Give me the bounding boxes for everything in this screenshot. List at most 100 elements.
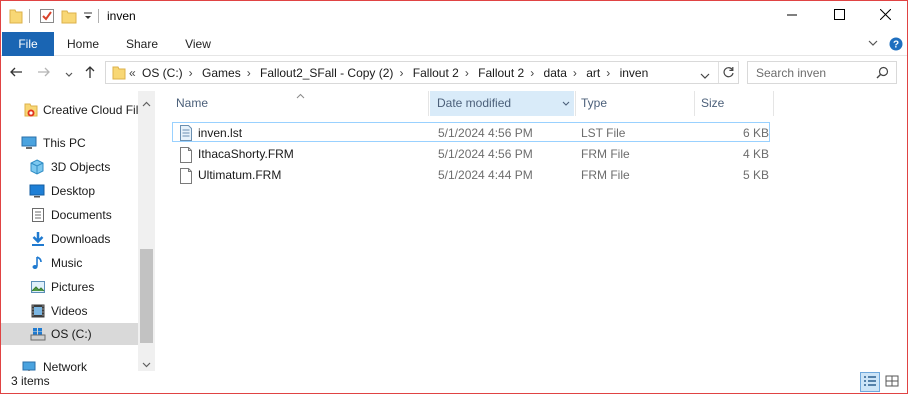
scrollbar-thumb[interactable] [140,249,153,343]
close-button[interactable] [862,1,908,31]
sidebar-item-network[interactable]: Network [1,356,138,371]
sidebar-item-label: Network [43,360,88,371]
customize-toolbar-icon[interactable] [83,10,93,24]
column-header-name[interactable]: Name [176,91,426,116]
breadcrumb-item[interactable]: inven [620,66,649,80]
breadcrumb-item[interactable]: data [544,66,567,80]
sidebar-item-label: Downloads [51,232,111,246]
downloads-icon [30,231,46,247]
tab-file[interactable]: File [2,32,54,56]
file-size: 4 KB [742,147,769,161]
tab-share[interactable]: Share [119,32,165,56]
ribbon-tabs: File Home Share View ? [1,32,907,56]
address-dropdown-icon[interactable] [700,69,710,83]
chevron-down-icon[interactable] [867,37,879,52]
breadcrumb-separator[interactable]: › [606,66,610,80]
title-bar: inven [1,1,907,32]
file-name: Ultimatum.FRM [198,168,282,182]
breadcrumb-separator[interactable]: › [189,66,193,80]
sidebar-item-videos[interactable]: Videos [1,300,138,322]
search-icon[interactable] [876,66,889,82]
details-view-icon [863,375,877,390]
sidebar-item-label: Documents [51,208,112,222]
sidebar-item-this-pc[interactable]: This PC [1,132,138,154]
breadcrumb-item[interactable]: Fallout 2 [413,66,459,80]
column-header-size[interactable]: Size [701,91,771,116]
sidebar-item-pictures[interactable]: Pictures [1,276,138,298]
file-date: 5/1/2024 4:44 PM [438,168,533,182]
file-size: 6 KB [742,126,769,140]
sidebar-item-music[interactable]: Music [1,252,138,274]
column-divider[interactable] [575,91,576,116]
sidebar-item-desktop[interactable]: Desktop [1,180,138,202]
help-icon[interactable]: ? [889,37,903,54]
breadcrumb-item[interactable]: Games [202,66,241,80]
file-type: LST File [581,126,626,140]
tab-home[interactable]: Home [61,32,105,56]
sidebar-item-label: Videos [51,304,88,318]
folder-icon [9,8,23,27]
network-icon [21,359,37,371]
new-folder-icon[interactable] [61,8,77,27]
sidebar-item-documents[interactable]: Documents [1,204,138,226]
sidebar-item-os-c[interactable]: OS (C:) [1,323,138,345]
back-arrow-icon[interactable] [9,65,23,82]
column-divider[interactable] [428,91,429,116]
column-divider[interactable] [694,91,695,116]
recent-locations-icon[interactable] [64,68,74,82]
file-icon [179,147,193,163]
navigation-scrollbar[interactable] [138,91,155,371]
breadcrumb-separator[interactable]: › [530,66,534,80]
table-row[interactable]: inven.lst 5/1/2024 4:56 PM LST File 6 KB [172,122,770,142]
details-view-button[interactable] [860,372,880,392]
column-filter-icon[interactable] [562,91,570,116]
sidebar-item-label: Music [51,256,83,270]
search-box[interactable] [747,61,897,84]
column-header-date[interactable]: Date modified [430,91,574,116]
music-icon [30,255,46,271]
up-arrow-icon[interactable] [83,65,97,82]
breadcrumb-item[interactable]: OS (C:) [142,66,183,80]
svg-text:?: ? [893,40,899,51]
column-header-type[interactable]: Type [581,91,691,116]
forward-arrow-icon[interactable] [37,65,51,82]
column-divider[interactable] [773,91,774,116]
breadcrumb-item[interactable]: Fallout2_SFall - Copy (2) [260,66,393,80]
title-divider [98,9,99,23]
minimize-button[interactable] [769,1,815,31]
address-bar[interactable]: « OS (C:) › Games › Fallout2_SFall - Copy … [105,61,739,84]
breadcrumb-overflow[interactable]: « [129,66,136,80]
window-title: inven [107,9,136,23]
breadcrumb-item[interactable]: art [586,66,600,80]
computer-icon [21,135,37,151]
breadcrumb-separator[interactable]: › [247,66,251,80]
3d-objects-icon [29,159,45,175]
breadcrumb-item[interactable]: Fallout 2 [478,66,524,80]
sidebar-item-downloads[interactable]: Downloads [1,228,138,250]
breadcrumb-separator[interactable]: › [465,66,469,80]
table-row[interactable]: IthacaShorty.FRM 5/1/2024 4:56 PM FRM Fi… [172,144,770,164]
large-icons-view-button[interactable] [882,372,902,392]
sidebar-item-creative-cloud[interactable]: Creative Cloud Files [1,99,138,121]
maximize-button[interactable] [816,1,862,31]
file-size: 5 KB [742,168,769,182]
column-header-label: Date modified [437,96,512,110]
refresh-icon[interactable] [722,66,735,82]
table-row[interactable]: Ultimatum.FRM 5/1/2024 4:44 PM FRM File … [172,165,770,185]
scroll-down-icon[interactable] [142,357,151,371]
properties-icon[interactable] [39,8,55,27]
sidebar-item-label: Desktop [51,184,96,198]
file-type: FRM File [581,168,630,182]
search-input[interactable] [756,65,866,81]
tab-view[interactable]: View [177,32,219,56]
sidebar-item-label: 3D Objects [51,160,111,174]
breadcrumb-separator[interactable]: › [573,66,577,80]
breadcrumb-separator[interactable]: › [399,66,403,80]
explorer-window: inven File Home Share View ? « OS (C:) ›… [0,0,908,394]
breadcrumb: OS (C:) › Games › Fallout2_SFall - Copy (2… [142,66,654,80]
sidebar-item-label: OS (C:) [51,327,92,341]
desktop-icon [29,183,45,199]
file-date: 5/1/2024 4:56 PM [438,126,533,140]
scroll-up-icon[interactable] [142,96,151,110]
sidebar-item-3d-objects[interactable]: 3D Objects [1,156,138,178]
